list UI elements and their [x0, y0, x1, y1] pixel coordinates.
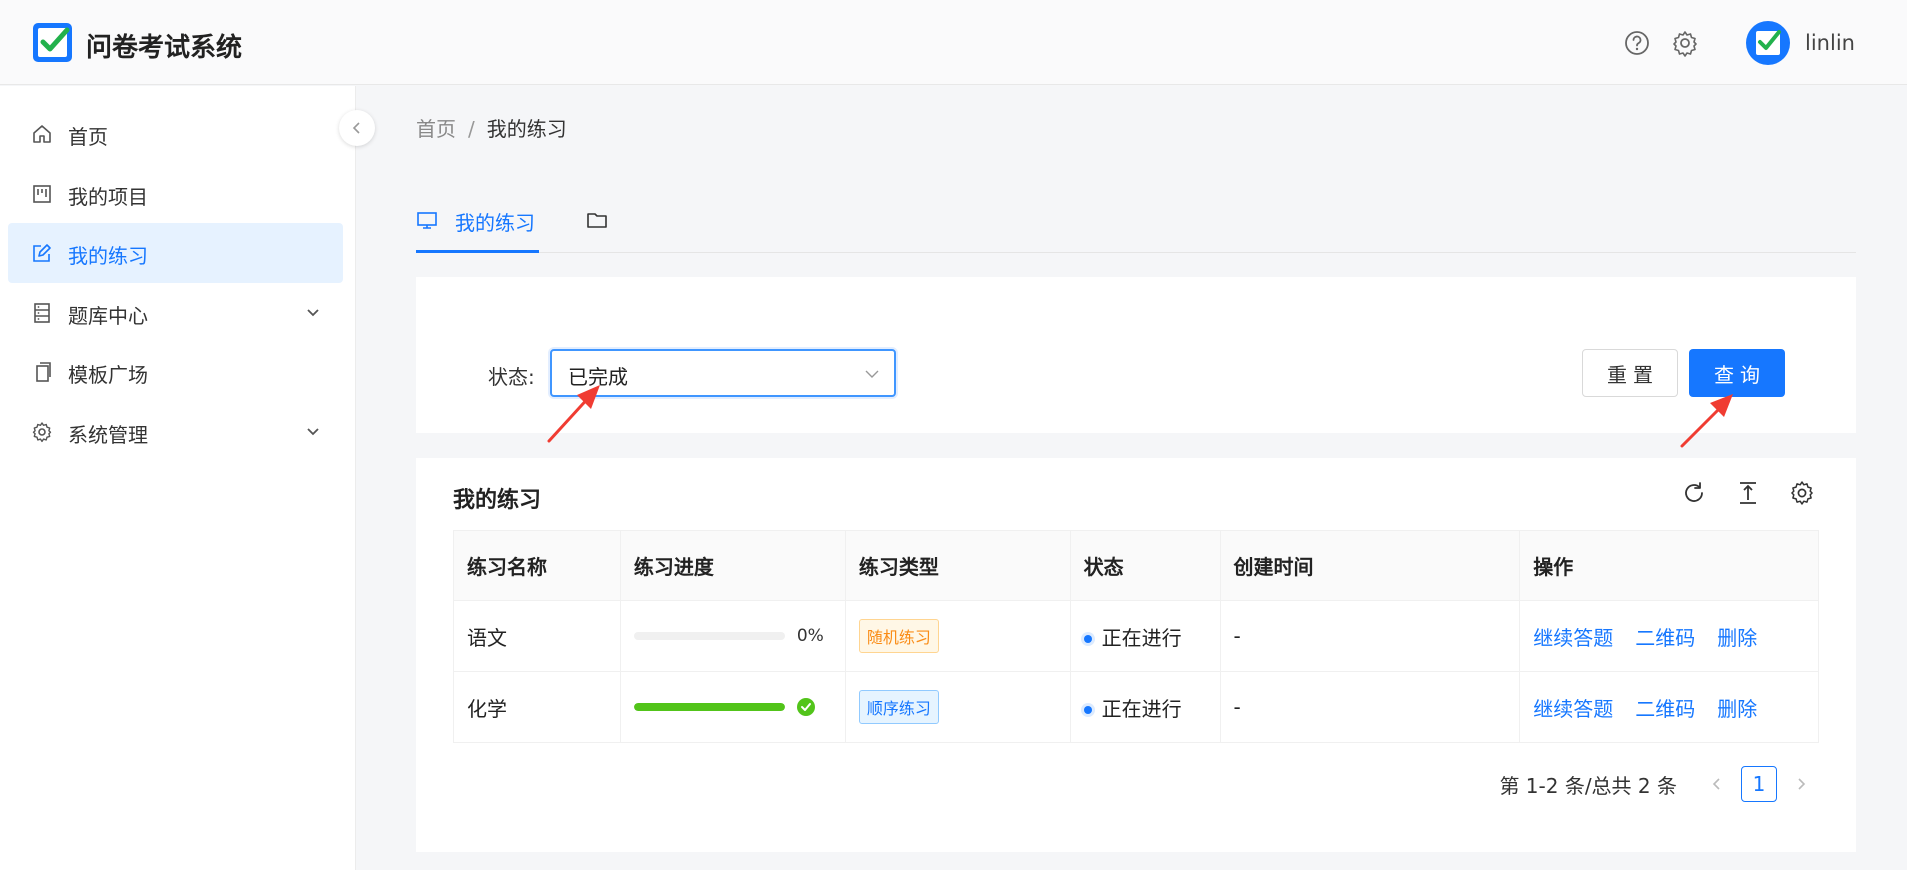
column-header: 操作	[1519, 530, 1819, 601]
column-header: 练习进度	[619, 530, 846, 601]
query-button[interactable]: 查询	[1689, 349, 1785, 397]
desktop-icon	[417, 212, 437, 229]
status-dot-icon	[1083, 635, 1092, 643]
database-icon	[34, 303, 50, 323]
chevron-left-icon	[352, 122, 360, 134]
app-title: 问卷考试系统	[86, 33, 243, 63]
table-title: 我的练习	[453, 488, 542, 513]
practice-name: 化学	[453, 671, 621, 743]
annotation-arrow-icon	[1680, 394, 1733, 448]
chevron-right-icon[interactable]	[1793, 776, 1809, 792]
progress-cell	[619, 671, 846, 743]
breadcrumb-separator: /	[468, 117, 475, 141]
breadcrumb-current: 我的练习	[486, 117, 567, 141]
sidebar-item-label: 我的项目	[68, 185, 148, 209]
gear-icon	[32, 422, 52, 443]
sidebar-item-label: 我的练习	[68, 244, 148, 268]
check-circle-icon	[796, 698, 815, 716]
avatar[interactable]	[1746, 21, 1790, 65]
column-header: 状态	[1069, 530, 1221, 601]
reset-button[interactable]: 重置	[1582, 349, 1678, 397]
pagination: 第 1-2 条/总共 2 条 1	[1499, 766, 1819, 802]
sidebar-item-templates[interactable]: 模板广场	[8, 342, 343, 402]
status-text: 正在进行	[1101, 625, 1182, 650]
breadcrumb-home[interactable]: 首页	[416, 117, 456, 141]
table-header-row: 练习名称 练习进度 练习类型 状态 创建时间 操作	[453, 530, 1819, 601]
status-cell: 正在进行	[1069, 600, 1221, 672]
home-icon	[33, 125, 51, 143]
practice-name: 语文	[453, 600, 621, 672]
qrcode-link[interactable]: 二维码	[1635, 697, 1695, 721]
folder-icon	[587, 213, 607, 228]
settings-icon[interactable]	[1789, 480, 1815, 506]
progress-bar: 0%	[633, 626, 832, 646]
actions-cell: 继续答题 二维码 删除	[1519, 600, 1819, 672]
tab-label: 我的练习	[455, 211, 535, 235]
status-text: 正在进行	[1101, 696, 1182, 721]
tab-bar: 我的练习	[416, 190, 1856, 253]
pagination-summary: 第 1-2 条/总共 2 条	[1499, 773, 1677, 798]
top-header: 问卷考试系统 linlin	[0, 0, 1907, 85]
practice-type-tag: 随机练习	[858, 619, 939, 653]
chevron-left-icon[interactable]	[1709, 776, 1725, 792]
progress-bar	[633, 698, 832, 716]
delete-link[interactable]: 删除	[1717, 697, 1757, 721]
chevron-down-icon[interactable]	[305, 305, 321, 321]
help-icon[interactable]	[1623, 29, 1651, 57]
refresh-icon[interactable]	[1681, 480, 1707, 506]
column-header: 练习名称	[453, 530, 621, 601]
copy-icon	[36, 362, 51, 382]
sidebar-item-label: 首页	[68, 125, 108, 149]
column-header: 练习类型	[844, 530, 1071, 601]
created-time: -	[1219, 600, 1521, 672]
practice-type-tag: 顺序练习	[858, 690, 939, 724]
chevron-down-icon[interactable]	[305, 424, 321, 440]
status-dot-icon	[1083, 706, 1092, 714]
sidebar-item-question-bank[interactable]: 题库中心	[8, 283, 343, 343]
table-row: 化学 顺序练习 正在进行 - 继续答题 二维码 删除	[453, 671, 1819, 743]
sidebar-item-label: 题库中心	[68, 304, 148, 328]
status-filter-label: 状态:	[488, 365, 535, 389]
sidebar-item-home[interactable]: 首页	[8, 104, 343, 164]
sidebar-item-practice[interactable]: 我的练习	[8, 223, 343, 283]
status-cell: 正在进行	[1069, 671, 1221, 743]
created-time: -	[1219, 671, 1521, 743]
edit-icon	[33, 244, 51, 262]
progress-cell: 0%	[619, 600, 846, 672]
sidebar-item-projects[interactable]: 我的项目	[8, 164, 343, 224]
breadcrumb: 首页 / 我的练习	[416, 113, 567, 142]
filter-panel: 状态: 已完成 重置 查询	[416, 277, 1856, 433]
sidebar: 首页 我的项目 我的练习 题库中心 模板广场 系统管理	[0, 86, 356, 870]
table-row: 语文 0% 随机练习 正在进行 - 继续答题 二维码 删除	[453, 600, 1819, 672]
delete-link[interactable]: 删除	[1717, 626, 1757, 650]
sidebar-item-label: 模板广场	[68, 363, 148, 387]
qrcode-link[interactable]: 二维码	[1635, 626, 1695, 650]
column-height-icon[interactable]	[1735, 480, 1761, 506]
sidebar-item-system[interactable]: 系统管理	[8, 402, 343, 462]
page-number-current[interactable]: 1	[1741, 766, 1777, 802]
sidebar-collapse-button[interactable]	[339, 110, 375, 146]
tab-folder[interactable]	[586, 190, 616, 253]
continue-answer-link[interactable]: 继续答题	[1533, 697, 1613, 721]
practice-table-card: 我的练习 练习名称 练习进度 练习类型 状态 创建时间 操作 语文 0% 随机练…	[416, 458, 1856, 852]
continue-answer-link[interactable]: 继续答题	[1533, 626, 1613, 650]
sidebar-item-label: 系统管理	[68, 423, 148, 447]
project-icon	[33, 185, 51, 203]
tab-my-practice[interactable]: 我的练习	[416, 190, 539, 253]
settings-icon[interactable]	[1671, 29, 1699, 57]
type-cell: 顺序练习	[844, 671, 1071, 743]
actions-cell: 继续答题 二维码 删除	[1519, 671, 1819, 743]
progress-text: 0%	[796, 626, 824, 646]
practice-table: 练习名称 练习进度 练习类型 状态 创建时间 操作 语文 0% 随机练习 正在进…	[453, 530, 1819, 743]
chevron-down-icon	[865, 370, 879, 378]
username[interactable]: linlin	[1805, 31, 1855, 55]
logo-icon	[33, 23, 72, 62]
column-header: 创建时间	[1219, 530, 1521, 601]
annotation-arrow-icon	[547, 385, 600, 443]
type-cell: 随机练习	[844, 600, 1071, 672]
